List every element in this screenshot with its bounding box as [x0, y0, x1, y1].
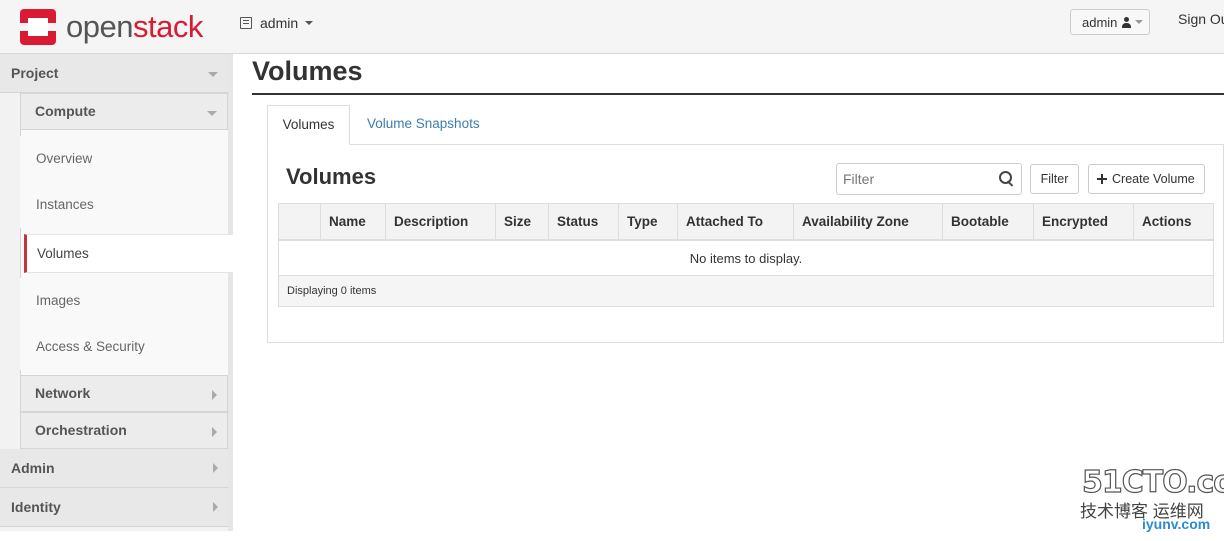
watermark-line1: 51CTO.com	[1081, 465, 1224, 500]
sidebar-group-label: Compute	[35, 103, 96, 119]
openstack-logo-icon	[20, 9, 56, 45]
chevron-right-icon	[213, 502, 218, 512]
sidebar-item-label: Overview	[36, 151, 93, 166]
column-header-actions: Actions	[1133, 204, 1213, 239]
sidebar-group-network[interactable]: Network	[20, 375, 228, 412]
filter-button[interactable]: Filter	[1030, 164, 1079, 194]
sidebar-item-overview[interactable]: Overview	[20, 136, 228, 182]
caret-down-icon	[305, 21, 314, 25]
chevron-down-icon	[207, 111, 217, 116]
column-header-status[interactable]: Status	[548, 204, 618, 239]
table-footer-count: Displaying 0 items	[279, 276, 1213, 306]
user-icon	[1121, 16, 1132, 28]
empty-table-message: No items to display.	[279, 241, 1213, 276]
column-header-select[interactable]	[279, 204, 320, 239]
column-header-availability-zone[interactable]: Availability Zone	[793, 204, 942, 239]
page-title: Volumes	[252, 56, 363, 86]
sidebar-item-instances[interactable]: Instances	[20, 182, 228, 228]
sidebar-group-label: Network	[35, 385, 91, 401]
create-volume-button[interactable]: Create Volume	[1088, 164, 1205, 194]
sidebar-group-label: Orchestration	[35, 422, 127, 438]
plus-icon	[1097, 174, 1107, 184]
search-icon[interactable]	[999, 171, 1015, 187]
project-picker-label: admin	[260, 15, 299, 31]
watermark-logo: 51CTO.com 技术博客 运维网 iyunv.com	[1080, 467, 1224, 534]
sidebar-item-volumes[interactable]: Volumes	[24, 234, 233, 273]
volumes-table: Name Description Size Status Type Attach…	[278, 203, 1214, 307]
sidebar-group-orchestration[interactable]: Orchestration	[20, 412, 228, 449]
sidebar-item-label: Access & Security	[36, 339, 145, 354]
watermark-url: iyunv.com	[1142, 516, 1211, 532]
filter-input[interactable]	[836, 163, 1022, 195]
column-header-name[interactable]: Name	[320, 204, 385, 239]
sidebar-dashboard-identity[interactable]: Identity	[0, 488, 228, 527]
sign-out-link[interactable]: Sign Ou	[1178, 11, 1224, 27]
create-volume-label: Create Volume	[1112, 172, 1195, 186]
sidebar-item-access-security[interactable]: Access & Security	[20, 324, 228, 370]
chevron-right-icon	[212, 390, 217, 400]
sidebar-dashboard-project[interactable]: Project	[0, 54, 228, 93]
sidebar-item-label: Volumes	[37, 246, 89, 261]
brand-logo-link[interactable]: openstack	[20, 8, 203, 46]
title-divider	[252, 93, 1224, 95]
sidebar-dashboard-label: Admin	[11, 460, 55, 476]
table-title: Volumes	[286, 164, 377, 189]
sidebar-scroll-edge	[228, 54, 233, 531]
column-header-description[interactable]: Description	[385, 204, 495, 239]
caret-down-icon	[1135, 20, 1144, 24]
column-header-encrypted[interactable]: Encrypted	[1033, 204, 1133, 239]
sidebar-dashboard-label: Identity	[11, 499, 61, 515]
column-header-bootable[interactable]: Bootable	[942, 204, 1033, 239]
sidebar-dashboard-admin[interactable]: Admin	[0, 449, 228, 488]
sidebar-item-label: Instances	[36, 197, 94, 212]
chevron-right-icon	[213, 463, 218, 473]
sidebar-group-compute[interactable]: Compute	[20, 93, 228, 130]
chevron-down-icon	[208, 72, 218, 77]
list-icon	[240, 17, 252, 29]
column-header-type[interactable]: Type	[618, 204, 677, 239]
sidebar-item-label: Images	[36, 293, 81, 308]
column-header-size[interactable]: Size	[495, 204, 548, 239]
project-picker-dropdown[interactable]: admin	[240, 15, 314, 31]
tab-volumes[interactable]: Volumes	[267, 105, 350, 145]
top-navbar: openstack admin admin Sign Ou	[0, 0, 1224, 54]
table-header-row: Name Description Size Status Type Attach…	[279, 204, 1213, 241]
user-menu-label: admin	[1082, 14, 1118, 30]
sidebar-item-images[interactable]: Images	[20, 278, 228, 324]
brand-name: openstack	[66, 9, 203, 44]
sidebar-dashboard-label: Project	[11, 65, 59, 81]
tab-volume-snapshots[interactable]: Volume Snapshots	[367, 105, 480, 145]
chevron-right-icon	[212, 427, 217, 437]
user-menu-dropdown[interactable]: admin	[1070, 9, 1150, 35]
column-header-attached-to[interactable]: Attached To	[677, 204, 793, 239]
